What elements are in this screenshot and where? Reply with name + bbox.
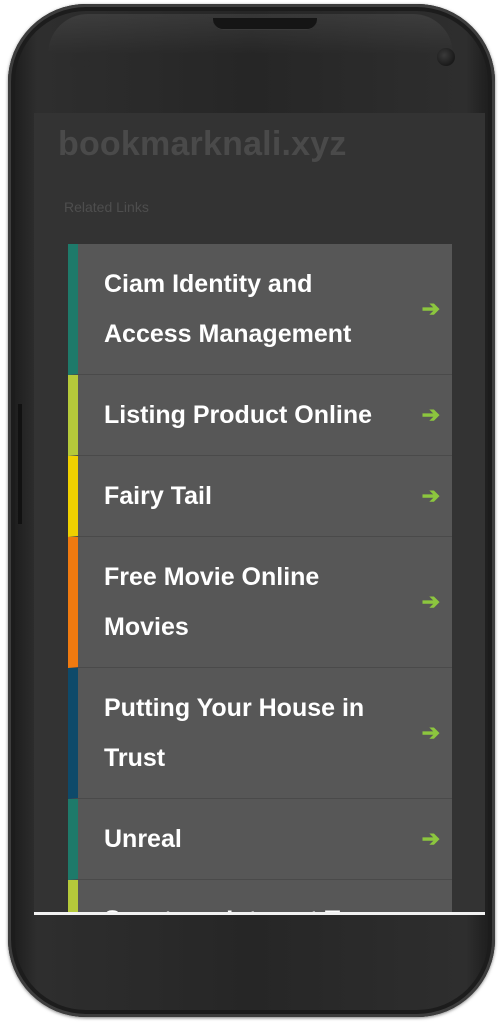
link-label: Spectrum Internet Tv bbox=[104, 895, 402, 913]
arrow-right-icon: ➔ bbox=[421, 826, 440, 851]
list-item[interactable]: Free Movie Online Movies ➔ bbox=[68, 537, 452, 668]
arrow-right-icon: ➔ bbox=[421, 483, 440, 508]
phone-sensors bbox=[70, 54, 100, 67]
section-label: Related Links bbox=[64, 199, 149, 215]
link-label: Putting Your House in Trust bbox=[104, 694, 365, 772]
site-title: bookmarknali.xyz bbox=[58, 125, 347, 163]
related-links-list: Ciam Identity and Access Management ➔ Li… bbox=[68, 244, 452, 913]
link-label: Listing Product Online bbox=[104, 401, 373, 429]
list-item[interactable]: Fairy Tail ➔ bbox=[68, 456, 452, 537]
arrow-right-icon: ➔ bbox=[421, 589, 440, 614]
link-label: Unreal bbox=[104, 825, 182, 853]
phone-speaker bbox=[213, 18, 317, 30]
link-label: Ciam Identity and Access Management bbox=[104, 270, 352, 348]
list-item[interactable]: Spectrum Internet Tv ➔ bbox=[68, 880, 452, 913]
side-button bbox=[18, 404, 22, 524]
link-label: Fairy Tail bbox=[104, 482, 212, 510]
arrow-right-icon: ➔ bbox=[421, 720, 440, 745]
arrow-right-icon: ➔ bbox=[421, 296, 440, 321]
link-label: Free Movie Online Movies bbox=[104, 563, 320, 641]
list-item[interactable]: Listing Product Online ➔ bbox=[68, 375, 452, 456]
arrow-right-icon: ➔ bbox=[421, 402, 440, 427]
list-item[interactable]: Putting Your House in Trust ➔ bbox=[68, 668, 452, 799]
screen-bottom-edge bbox=[34, 912, 485, 915]
list-item[interactable]: Unreal ➔ bbox=[68, 799, 452, 880]
phone-screen: bookmarknali.xyz Related Links Ciam Iden… bbox=[34, 113, 485, 913]
list-item[interactable]: Ciam Identity and Access Management ➔ bbox=[68, 244, 452, 375]
front-camera-icon bbox=[437, 48, 455, 66]
